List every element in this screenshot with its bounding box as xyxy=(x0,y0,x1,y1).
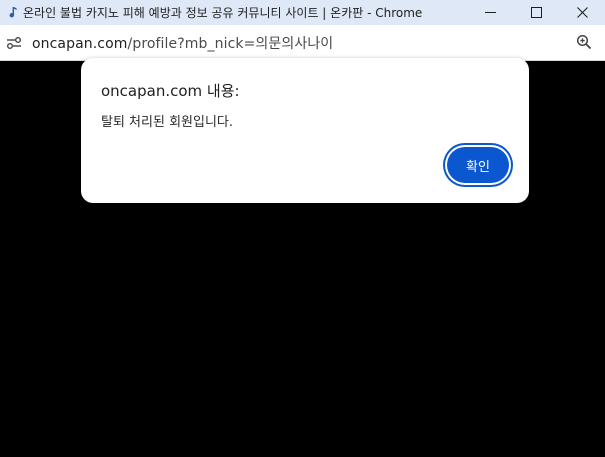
site-info-icon[interactable] xyxy=(5,34,23,52)
zoom-icon[interactable] xyxy=(575,33,593,51)
ok-button-focus-ring: 확인 xyxy=(445,145,511,185)
ok-button[interactable]: 확인 xyxy=(443,143,513,187)
address-bar[interactable]: oncapan.com/profile?mb_nick=의문의사나이 xyxy=(0,25,605,61)
minimize-button[interactable] xyxy=(467,0,513,25)
title-bar: 온라인 불법 카지노 피해 예방과 정보 공유 커뮤니티 사이트 | 온카판 -… xyxy=(0,0,605,25)
url-text[interactable]: oncapan.com/profile?mb_nick=의문의사나이 xyxy=(32,33,333,53)
dialog-message: 탈퇴 처리된 회원입니다. xyxy=(101,115,233,130)
alert-dialog: oncapan.com 내용: 탈퇴 처리된 회원입니다. 확인 xyxy=(81,58,529,203)
maximize-icon xyxy=(530,3,542,22)
dialog-title: oncapan.com 내용: xyxy=(101,82,240,100)
window-title: 온라인 불법 카지노 피해 예방과 정보 공유 커뮤니티 사이트 | 온카판 -… xyxy=(23,6,423,20)
url-path: /profile?mb_nick=의문의사나이 xyxy=(127,35,334,52)
music-note-icon xyxy=(6,6,20,20)
browser-window: 온라인 불법 카지노 피해 예방과 정보 공유 커뮤니티 사이트 | 온카판 -… xyxy=(0,0,605,457)
ok-button-label: 확인 xyxy=(447,147,509,183)
minimize-icon xyxy=(484,3,496,22)
close-button[interactable] xyxy=(559,0,605,25)
url-host: oncapan.com xyxy=(32,35,128,52)
window-controls xyxy=(467,0,605,25)
close-icon xyxy=(576,3,588,22)
maximize-button[interactable] xyxy=(513,0,559,25)
